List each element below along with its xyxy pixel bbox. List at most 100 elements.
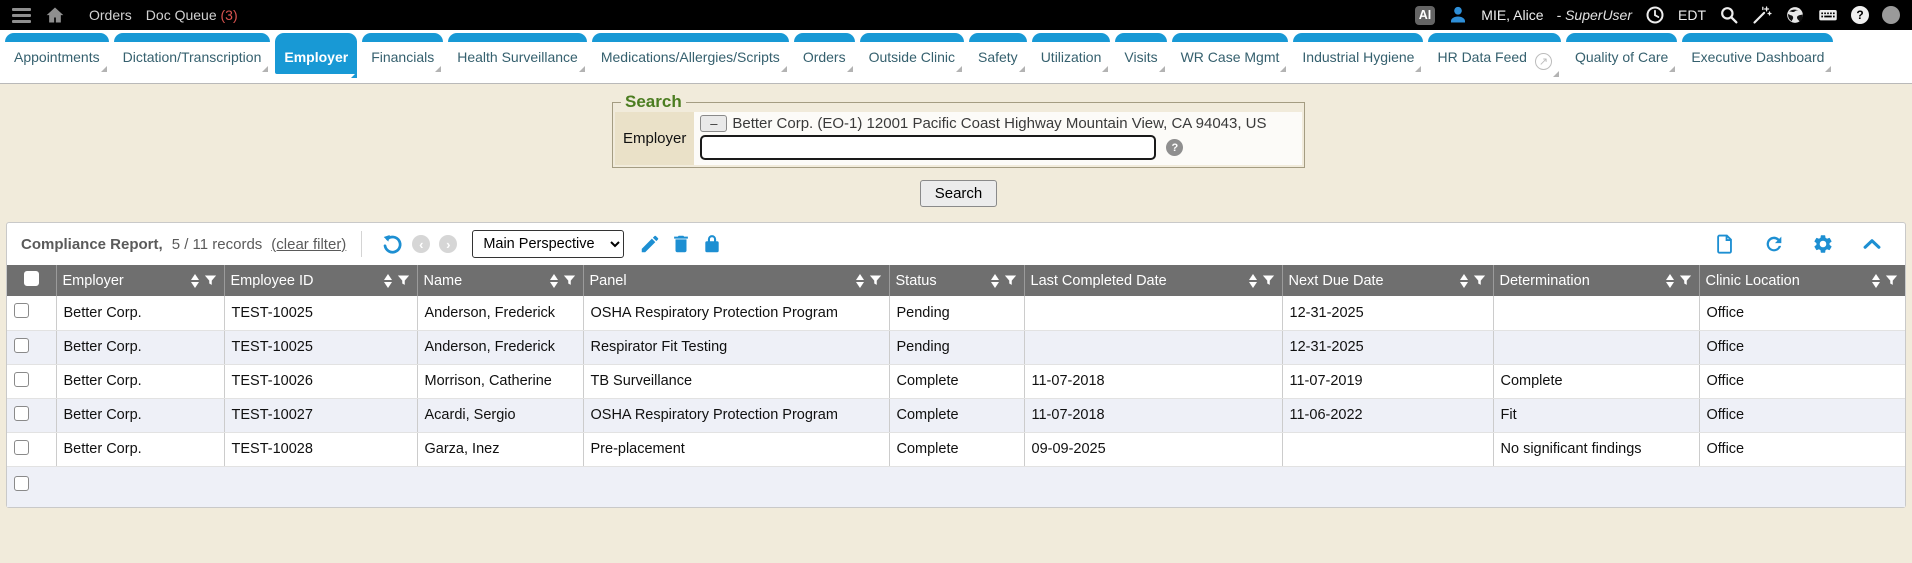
- tab-medications-allergies-scripts[interactable]: Medications/Allergies/Scripts: [592, 33, 789, 74]
- next-page-icon[interactable]: ›: [439, 235, 457, 253]
- employer-search-input[interactable]: [700, 135, 1156, 160]
- prev-page-icon[interactable]: ‹: [412, 235, 430, 253]
- search-legend: Search: [621, 92, 686, 112]
- tab-employer[interactable]: Employer: [275, 33, 357, 74]
- collapse-chevron-icon[interactable]: [1861, 233, 1883, 255]
- column-label: Employee ID: [231, 273, 380, 289]
- refresh-icon[interactable]: [1763, 233, 1785, 255]
- tab-health-surveillance[interactable]: Health Surveillance: [448, 33, 587, 74]
- sort-icon[interactable]: [991, 274, 999, 288]
- search-button[interactable]: Search: [920, 180, 998, 207]
- sort-icon[interactable]: [384, 274, 392, 288]
- cell: 12-31-2025: [1282, 296, 1493, 330]
- column-header-name[interactable]: Name: [417, 265, 583, 296]
- cell: [1493, 330, 1699, 364]
- tab-visits[interactable]: Visits: [1115, 33, 1166, 74]
- field-help-icon[interactable]: ?: [1166, 139, 1183, 156]
- search-panel: Search Employer – Better Corp. (EO-1) 12…: [612, 92, 1305, 207]
- tab-appointments[interactable]: Appointments: [5, 33, 109, 74]
- cell: Garza, Inez: [417, 432, 583, 466]
- filter-funnel-icon[interactable]: [868, 273, 883, 288]
- clear-filter-link[interactable]: (clear filter): [271, 236, 346, 253]
- gear-icon[interactable]: [1812, 233, 1834, 255]
- cell: Pre-placement: [583, 432, 889, 466]
- help-icon[interactable]: ?: [1851, 6, 1869, 24]
- column-header-next-due-date[interactable]: Next Due Date: [1282, 265, 1493, 296]
- filter-funnel-icon[interactable]: [1261, 273, 1276, 288]
- clock-icon[interactable]: [1645, 5, 1665, 25]
- hamburger-icon[interactable]: [12, 8, 31, 23]
- sort-icon[interactable]: [550, 274, 558, 288]
- tab-wr-case-mgmt[interactable]: WR Case Mgmt: [1172, 33, 1289, 74]
- undo-icon[interactable]: [381, 233, 403, 255]
- column-header-determination[interactable]: Determination: [1493, 265, 1699, 296]
- wand-icon[interactable]: [1752, 5, 1772, 25]
- filter-funnel-icon[interactable]: [1472, 273, 1487, 288]
- cell: Complete: [1493, 364, 1699, 398]
- user-icon[interactable]: [1448, 5, 1468, 25]
- row-checkbox[interactable]: [14, 476, 29, 491]
- cell: 09-09-2025: [1024, 432, 1282, 466]
- filter-funnel-icon[interactable]: [1678, 273, 1693, 288]
- sort-icon[interactable]: [856, 274, 864, 288]
- search-icon[interactable]: [1719, 5, 1739, 25]
- tab-utilization[interactable]: Utilization: [1032, 33, 1111, 74]
- row-checkbox[interactable]: [14, 406, 29, 421]
- filter-funnel-icon[interactable]: [396, 273, 411, 288]
- column-header-employer[interactable]: Employer: [56, 265, 224, 296]
- row-checkbox[interactable]: [14, 303, 29, 318]
- collapse-minus-button[interactable]: –: [700, 115, 727, 132]
- filter-funnel-icon[interactable]: [1003, 273, 1018, 288]
- sort-icon[interactable]: [1872, 274, 1880, 288]
- edit-pencil-icon[interactable]: [639, 233, 661, 255]
- table-row: Better Corp.TEST-10025Anderson, Frederic…: [7, 296, 1905, 330]
- menu-orders[interactable]: Orders: [89, 7, 132, 23]
- globe-icon[interactable]: [1785, 5, 1805, 25]
- column-header-last-completed-date[interactable]: Last Completed Date: [1024, 265, 1282, 296]
- select-all-checkbox[interactable]: [24, 271, 39, 286]
- trash-icon[interactable]: [670, 233, 692, 255]
- search-fieldset: Search Employer – Better Corp. (EO-1) 12…: [612, 92, 1305, 168]
- tab-outside-clinic[interactable]: Outside Clinic: [860, 33, 964, 74]
- sort-icon[interactable]: [1249, 274, 1257, 288]
- tab-dictation-transcription[interactable]: Dictation/Transcription: [114, 33, 271, 74]
- filter-funnel-icon[interactable]: [203, 273, 218, 288]
- menu-doc-queue[interactable]: Doc Queue (3): [146, 7, 238, 23]
- cell: Acardi, Sergio: [417, 398, 583, 432]
- home-icon[interactable]: [45, 5, 65, 25]
- column-header-employee-id[interactable]: Employee ID: [224, 265, 417, 296]
- tab-quality-of-care[interactable]: Quality of Care: [1566, 33, 1677, 74]
- cell: OSHA Respiratory Protection Program: [583, 296, 889, 330]
- cell: Better Corp.: [56, 398, 224, 432]
- ai-badge[interactable]: AI: [1415, 6, 1436, 25]
- column-header-panel[interactable]: Panel: [583, 265, 889, 296]
- row-checkbox[interactable]: [14, 372, 29, 387]
- tab-hr-data-feed[interactable]: HR Data Feed↗: [1428, 33, 1560, 79]
- column-header-clinic-location[interactable]: Clinic Location: [1699, 265, 1905, 296]
- tab-label: Orders: [803, 49, 846, 65]
- row-checkbox[interactable]: [14, 338, 29, 353]
- tab-label: Health Surveillance: [457, 49, 578, 65]
- row-checkbox[interactable]: [14, 440, 29, 455]
- tab-safety[interactable]: Safety: [969, 33, 1027, 74]
- sort-icon[interactable]: [191, 274, 199, 288]
- filter-funnel-icon[interactable]: [1884, 273, 1899, 288]
- sort-icon[interactable]: [1460, 274, 1468, 288]
- cell: No significant findings: [1493, 432, 1699, 466]
- tab-financials[interactable]: Financials: [362, 33, 443, 74]
- filter-funnel-icon[interactable]: [562, 273, 577, 288]
- tab-industrial-hygiene[interactable]: Industrial Hygiene: [1293, 33, 1423, 74]
- document-icon[interactable]: [1714, 233, 1736, 255]
- lock-icon[interactable]: [701, 233, 723, 255]
- tab-orders[interactable]: Orders: [794, 33, 855, 74]
- compliance-table: Employer Employee ID NamePanelStatusLast C…: [7, 265, 1905, 507]
- keyboard-icon[interactable]: [1818, 5, 1838, 25]
- column-header-status[interactable]: Status: [889, 265, 1024, 296]
- column-label: Clinic Location: [1706, 273, 1869, 289]
- row-checkbox-cell: [7, 432, 56, 466]
- sort-icon[interactable]: [1666, 274, 1674, 288]
- tab-executive-dashboard[interactable]: Executive Dashboard: [1682, 33, 1833, 74]
- column-label: Determination: [1500, 273, 1662, 289]
- user-name[interactable]: MIE, Alice: [1481, 7, 1543, 23]
- perspective-select[interactable]: Main Perspective: [472, 230, 624, 258]
